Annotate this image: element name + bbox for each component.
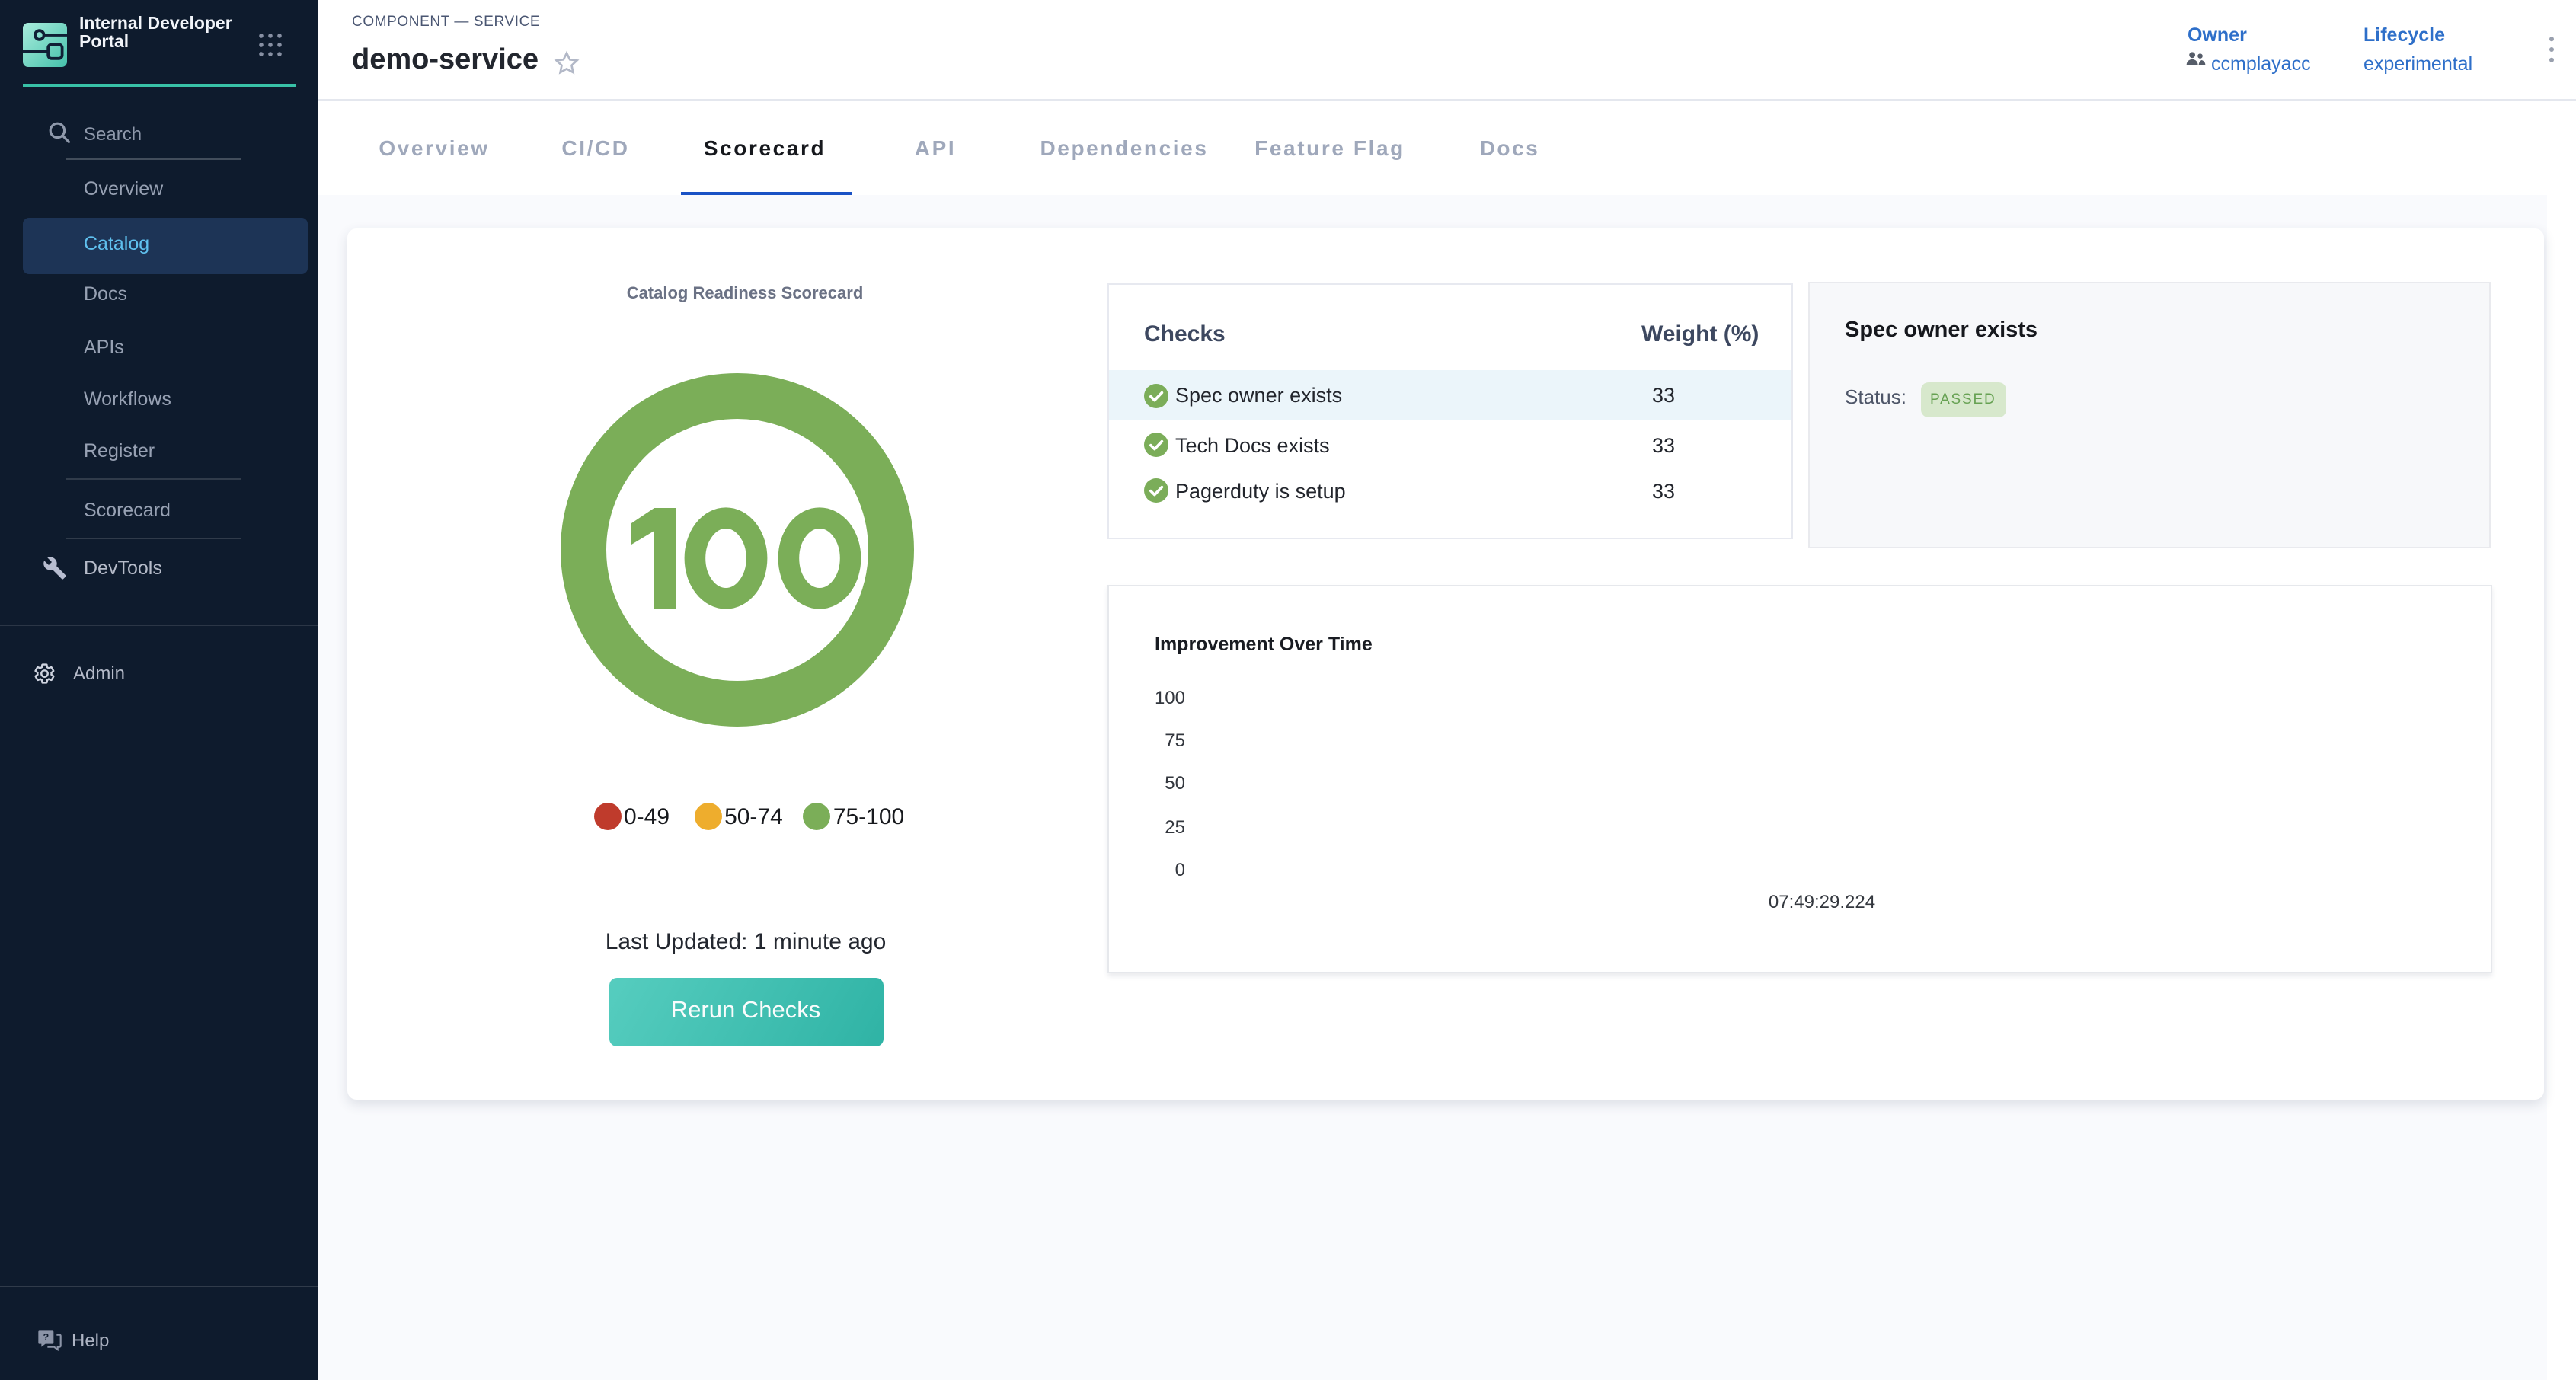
svg-text:?: ? xyxy=(43,1332,49,1343)
